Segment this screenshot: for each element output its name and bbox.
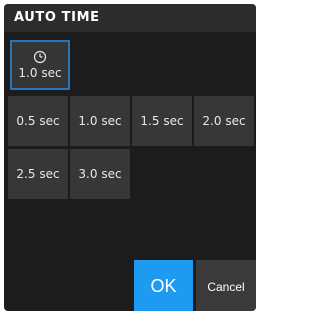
dialog-title: AUTO TIME bbox=[14, 10, 100, 25]
ok-button[interactable]: OK bbox=[134, 260, 193, 311]
option-2-5-sec[interactable]: 2.5 sec bbox=[8, 149, 68, 199]
option-label: 1.5 sec bbox=[140, 114, 184, 128]
current-time-label: 1.0 sec bbox=[18, 66, 62, 80]
option-label: 1.0 sec bbox=[78, 114, 122, 128]
option-3-0-sec[interactable]: 3.0 sec bbox=[70, 149, 130, 199]
auto-time-dialog: AUTO TIME 1.0 sec 0.5 sec 1.0 sec 1.5 se… bbox=[4, 4, 256, 311]
option-0-5-sec[interactable]: 0.5 sec bbox=[8, 96, 68, 146]
option-label: 2.0 sec bbox=[202, 114, 246, 128]
ok-label: OK bbox=[150, 276, 177, 296]
option-1-0-sec[interactable]: 1.0 sec bbox=[70, 96, 130, 146]
cancel-label: Cancel bbox=[207, 279, 245, 294]
title-bar: AUTO TIME bbox=[4, 4, 256, 32]
cancel-button[interactable]: Cancel bbox=[196, 260, 256, 311]
current-time-tile[interactable]: 1.0 sec bbox=[10, 40, 70, 90]
clock-icon bbox=[33, 50, 47, 64]
option-1-5-sec[interactable]: 1.5 sec bbox=[132, 96, 192, 146]
option-label: 3.0 sec bbox=[78, 167, 122, 181]
option-2-0-sec[interactable]: 2.0 sec bbox=[194, 96, 254, 146]
option-label: 0.5 sec bbox=[16, 114, 60, 128]
option-label: 2.5 sec bbox=[16, 167, 60, 181]
